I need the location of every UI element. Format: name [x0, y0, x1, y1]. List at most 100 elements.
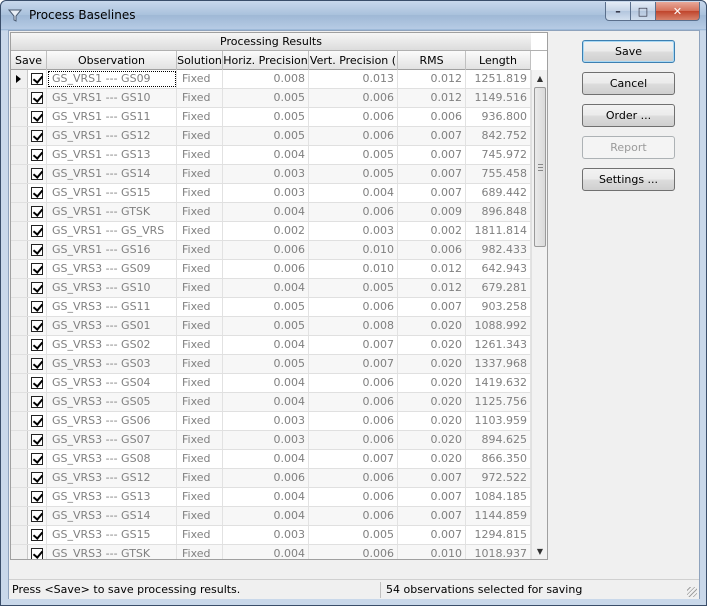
checkmark-icon[interactable] — [31, 301, 43, 313]
save-checkbox[interactable] — [28, 507, 47, 525]
checkmark-icon[interactable] — [31, 472, 43, 484]
cancel-button[interactable]: Cancel — [582, 72, 675, 95]
checkmark-icon[interactable] — [31, 529, 43, 541]
order-button[interactable]: Order ... — [582, 104, 675, 127]
row-indicator[interactable] — [11, 279, 28, 297]
save-checkbox[interactable] — [28, 412, 47, 430]
checkmark-icon[interactable] — [31, 244, 43, 256]
save-checkbox[interactable] — [28, 89, 47, 107]
column-header-solution[interactable]: Solution — [177, 51, 223, 70]
save-checkbox[interactable] — [28, 108, 47, 126]
checkmark-icon[interactable] — [31, 168, 43, 180]
checkmark-icon[interactable] — [31, 358, 43, 370]
checkmark-icon[interactable] — [31, 377, 43, 389]
checkmark-icon[interactable] — [31, 92, 43, 104]
close-button[interactable]: ✕ — [656, 2, 700, 21]
row-indicator[interactable] — [11, 70, 28, 88]
save-checkbox[interactable] — [28, 545, 47, 559]
save-checkbox[interactable] — [28, 355, 47, 373]
row-indicator[interactable] — [11, 469, 28, 487]
table-row[interactable]: GS_VRS3 --- GS14 Fixed 0.004 0.006 0.007 1144… — [11, 507, 531, 526]
row-indicator[interactable] — [11, 526, 28, 544]
settings-button[interactable]: Settings ... — [582, 168, 675, 191]
vertical-scrollbar[interactable]: ▲ ▼ — [531, 70, 547, 559]
save-checkbox[interactable] — [28, 298, 47, 316]
row-indicator[interactable] — [11, 450, 28, 468]
checkmark-icon[interactable] — [31, 415, 43, 427]
checkmark-icon[interactable] — [31, 434, 43, 446]
table-row[interactable]: GS_VRS3 --- GS06 Fixed 0.003 0.006 0.020 1103… — [11, 412, 531, 431]
save-button[interactable]: Save — [582, 40, 675, 63]
table-row[interactable]: GS_VRS3 --- GS13 Fixed 0.004 0.006 0.007 1084… — [11, 488, 531, 507]
table-row[interactable]: GS_VRS3 --- GS08 Fixed 0.004 0.007 0.020 866.… — [11, 450, 531, 469]
row-indicator[interactable] — [11, 222, 28, 240]
table-row[interactable]: GS_VRS3 --- GS03 Fixed 0.005 0.007 0.020 1337… — [11, 355, 531, 374]
save-checkbox[interactable] — [28, 165, 47, 183]
save-checkbox[interactable] — [28, 260, 47, 278]
column-header-vert-precision[interactable]: Vert. Precision ( — [309, 51, 398, 70]
resize-grip-icon[interactable] — [687, 587, 697, 597]
maximize-button[interactable]: □ — [631, 2, 656, 21]
scrollbar-thumb[interactable] — [534, 87, 546, 247]
save-checkbox[interactable] — [28, 70, 47, 88]
row-indicator[interactable] — [11, 146, 28, 164]
row-indicator[interactable] — [11, 355, 28, 373]
checkmark-icon[interactable] — [31, 111, 43, 123]
table-row[interactable]: GS_VRS1 --- GS16 Fixed 0.006 0.010 0.006 982.… — [11, 241, 531, 260]
checkmark-icon[interactable] — [31, 491, 43, 503]
checkmark-icon[interactable] — [31, 282, 43, 294]
table-row[interactable]: GS_VRS3 --- GS11 Fixed 0.005 0.006 0.007 903.… — [11, 298, 531, 317]
table-row[interactable]: GS_VRS3 --- GS01 Fixed 0.005 0.008 0.020 1088… — [11, 317, 531, 336]
checkmark-icon[interactable] — [31, 396, 43, 408]
row-indicator[interactable] — [11, 203, 28, 221]
checkmark-icon[interactable] — [31, 320, 43, 332]
table-row[interactable]: GS_VRS3 --- GS02 Fixed 0.004 0.007 0.020 1261… — [11, 336, 531, 355]
column-header-length[interactable]: Length — [466, 51, 531, 70]
row-indicator[interactable] — [11, 431, 28, 449]
save-checkbox[interactable] — [28, 431, 47, 449]
table-row[interactable]: GS_VRS1 --- GTSK Fixed 0.004 0.006 0.009 896.… — [11, 203, 531, 222]
table-row[interactable]: GS_VRS3 --- GS07 Fixed 0.003 0.006 0.020 894.… — [11, 431, 531, 450]
row-indicator[interactable] — [11, 127, 28, 145]
column-header-horiz-precision[interactable]: Horiz. Precision — [223, 51, 309, 70]
save-checkbox[interactable] — [28, 279, 47, 297]
row-indicator[interactable] — [11, 336, 28, 354]
save-checkbox[interactable] — [28, 336, 47, 354]
row-indicator[interactable] — [11, 488, 28, 506]
checkmark-icon[interactable] — [31, 510, 43, 522]
table-row[interactable]: GS_VRS3 --- GS12 Fixed 0.006 0.006 0.007 972.… — [11, 469, 531, 488]
row-indicator[interactable] — [11, 260, 28, 278]
row-indicator[interactable] — [11, 241, 28, 259]
save-checkbox[interactable] — [28, 450, 47, 468]
table-row[interactable]: GS_VRS1 --- GS10 Fixed 0.005 0.006 0.012 1149… — [11, 89, 531, 108]
table-row[interactable]: GS_VRS3 --- GS15 Fixed 0.003 0.005 0.007 1294… — [11, 526, 531, 545]
checkmark-icon[interactable] — [31, 130, 43, 142]
scroll-up-arrow-icon[interactable]: ▲ — [532, 70, 547, 86]
table-row[interactable]: GS_VRS1 --- GS14 Fixed 0.003 0.005 0.007 755.… — [11, 165, 531, 184]
checkmark-icon[interactable] — [31, 225, 43, 237]
checkmark-icon[interactable] — [31, 187, 43, 199]
checkmark-icon[interactable] — [31, 263, 43, 275]
save-checkbox[interactable] — [28, 374, 47, 392]
row-indicator[interactable] — [11, 184, 28, 202]
row-indicator[interactable] — [11, 374, 28, 392]
checkmark-icon[interactable] — [31, 339, 43, 351]
table-row[interactable]: GS_VRS1 --- GS13 Fixed 0.004 0.005 0.007 745.… — [11, 146, 531, 165]
save-checkbox[interactable] — [28, 146, 47, 164]
save-checkbox[interactable] — [28, 317, 47, 335]
table-row[interactable]: GS_VRS1 --- GS11 Fixed 0.005 0.006 0.006 936.… — [11, 108, 531, 127]
row-indicator[interactable] — [11, 89, 28, 107]
row-indicator[interactable] — [11, 165, 28, 183]
checkmark-icon[interactable] — [31, 453, 43, 465]
scroll-down-arrow-icon[interactable]: ▼ — [532, 543, 547, 559]
table-row[interactable]: GS_VRS1 --- GS15 Fixed 0.003 0.004 0.007 689.… — [11, 184, 531, 203]
table-row[interactable]: GS_VRS3 --- GS10 Fixed 0.004 0.005 0.012 679.… — [11, 279, 531, 298]
table-row[interactable]: GS_VRS1 --- GS12 Fixed 0.005 0.006 0.007 842.… — [11, 127, 531, 146]
table-row[interactable]: GS_VRS1 --- GS_VRS Fixed 0.002 0.003 0.002 18… — [11, 222, 531, 241]
row-indicator[interactable] — [11, 298, 28, 316]
column-header-observation[interactable]: Observation — [47, 51, 177, 70]
save-checkbox[interactable] — [28, 203, 47, 221]
save-checkbox[interactable] — [28, 127, 47, 145]
minimize-button[interactable]: – — [605, 2, 631, 21]
table-row[interactable]: GS_VRS3 --- GS09 Fixed 0.006 0.010 0.012 642.… — [11, 260, 531, 279]
